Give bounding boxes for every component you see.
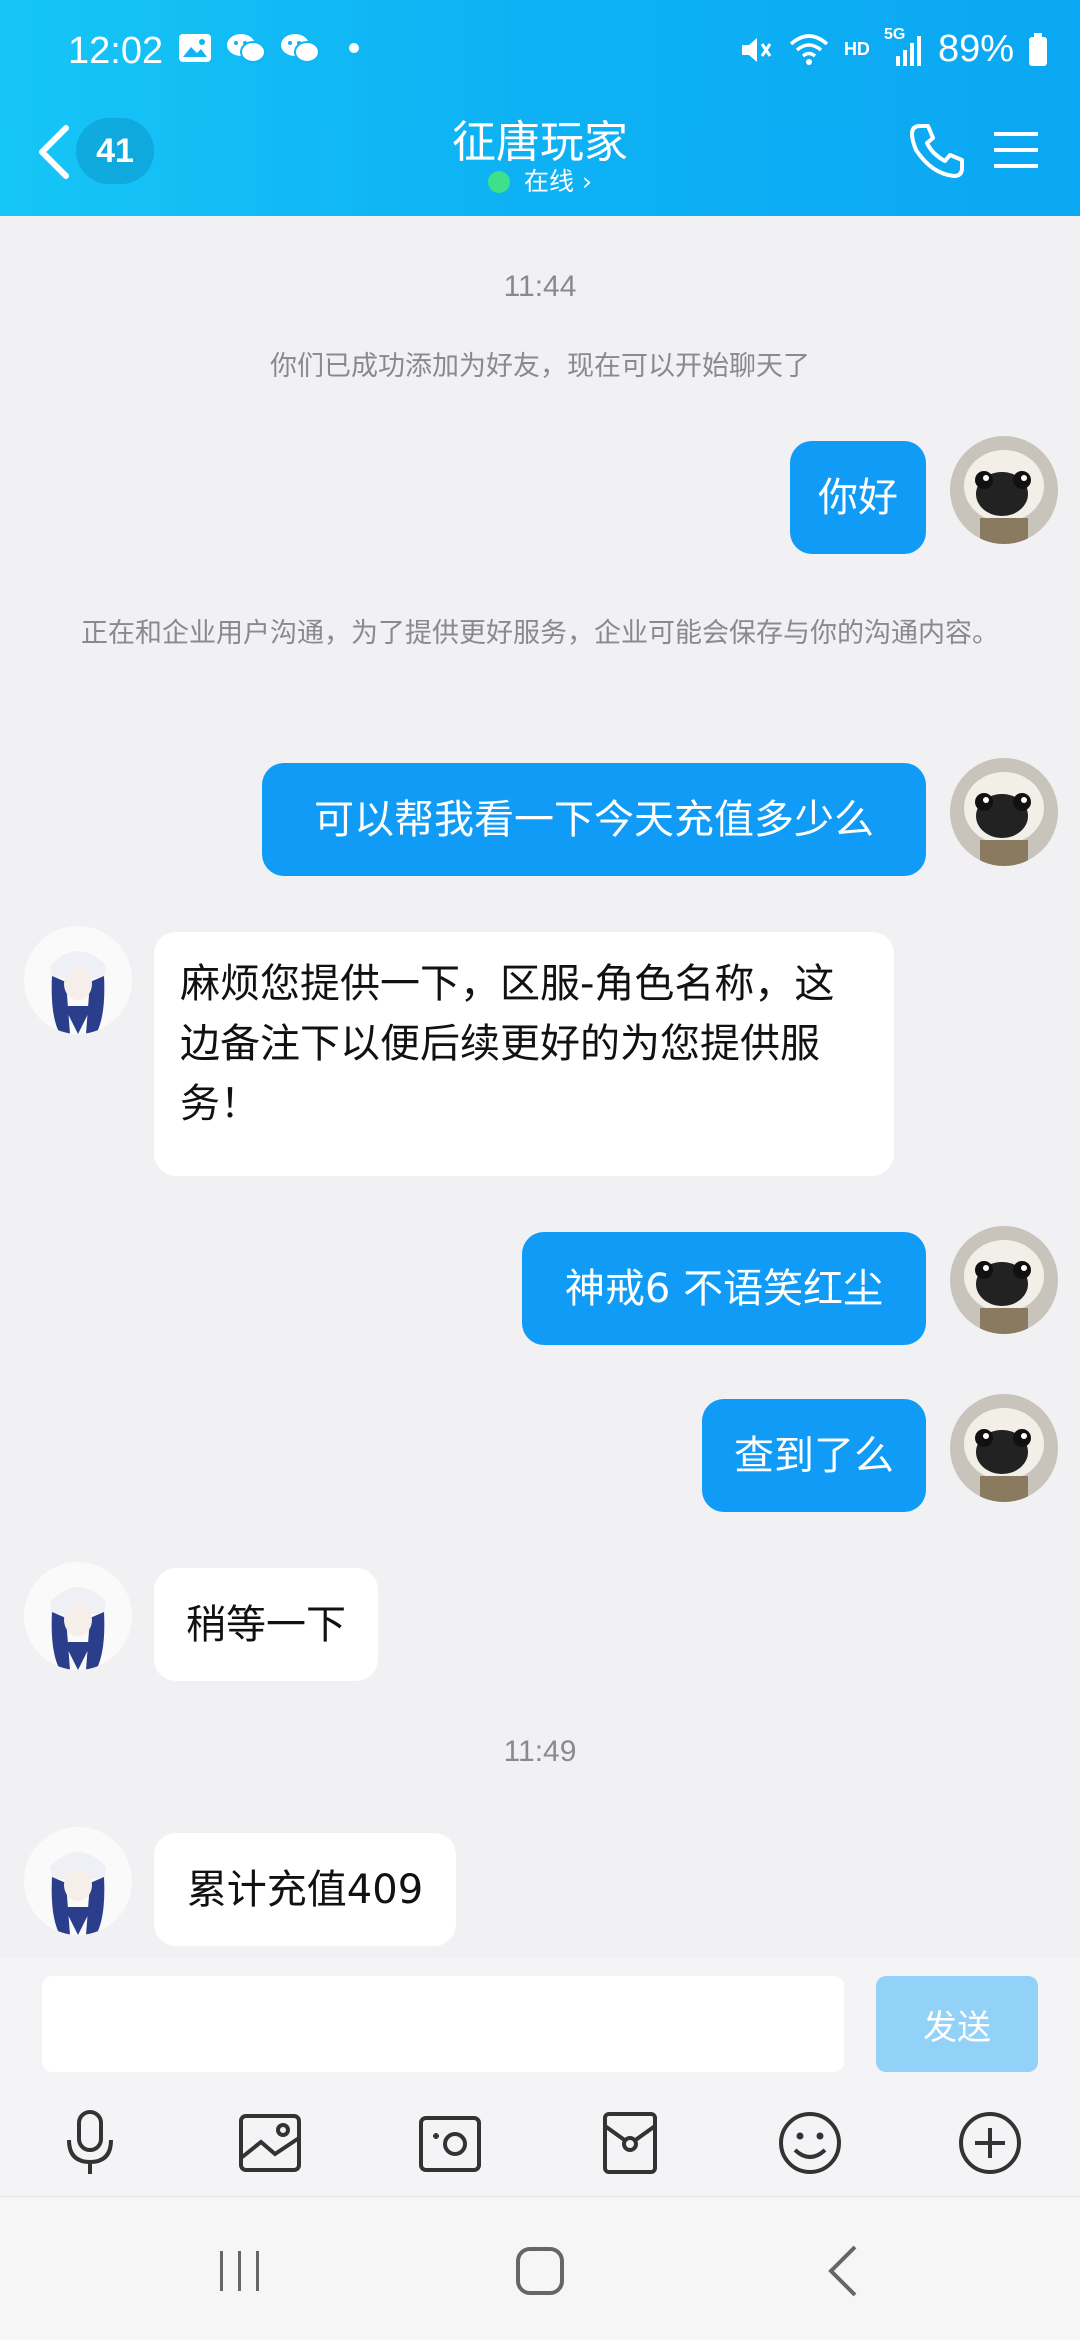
contact-message-bubble[interactable]: 累计充值409 (154, 1833, 456, 1946)
online-dot-icon (488, 171, 511, 193)
system-indicators: HD 5G 89% (738, 26, 1048, 71)
my-message-bubble[interactable]: 神戒6 不语笑红尘 (522, 1232, 926, 1345)
system-nav-bar (0, 2196, 1080, 2340)
camera-icon[interactable] (415, 2108, 485, 2178)
home-icon[interactable] (510, 2241, 570, 2301)
signal-icon: 5G (884, 26, 924, 68)
hd-indicator: HD (843, 39, 870, 59)
pug-avatar-icon (950, 1226, 1058, 1334)
top-bar: 12:02 HD 5G 89% 41 征唐玩家 在线 › (0, 0, 1080, 216)
pug-avatar-icon (950, 758, 1058, 866)
input-bar: 发送 (0, 1958, 1080, 2086)
status-time: 12:02 (68, 30, 164, 72)
online-status-label: 在线 › (524, 167, 592, 196)
mute-icon (741, 37, 772, 62)
red-packet-icon[interactable] (595, 2108, 665, 2178)
wechat-notification-icon-2 (281, 34, 320, 63)
microphone-icon[interactable] (55, 2108, 125, 2178)
phone-icon[interactable] (906, 120, 968, 182)
contact-avatar[interactable] (24, 1827, 132, 1935)
plus-circle-icon[interactable] (955, 2108, 1025, 2178)
pug-avatar-icon (950, 436, 1058, 544)
contact-message-bubble[interactable]: 麻烦您提供一下，区服-角色名称，这边备注下以便后续更好的为您提供服务！ (154, 932, 894, 1176)
girl-avatar-icon (24, 1562, 132, 1670)
message-input[interactable] (42, 1976, 844, 2072)
contact-avatar[interactable] (24, 926, 132, 1034)
my-message-bubble[interactable]: 你好 (790, 441, 926, 554)
my-message-bubble[interactable]: 可以帮我看一下今天充值多少么 (262, 763, 926, 876)
signal-label: 5G (883, 25, 906, 43)
send-button[interactable]: 发送 (876, 1976, 1038, 2072)
input-toolbar (0, 2086, 1080, 2196)
contact-avatar[interactable] (24, 1562, 132, 1670)
my-avatar[interactable] (950, 758, 1058, 866)
girl-avatar-icon (24, 926, 132, 1034)
battery-level: 89% (937, 28, 1014, 70)
contact-message-bubble[interactable]: 稍等一下 (154, 1568, 378, 1681)
enterprise-notice: 正在和企业用户沟通，为了提供更好服务，企业可能会保存与你的沟通内容。 (81, 618, 999, 649)
wechat-notification-icon (227, 34, 266, 63)
my-avatar[interactable] (950, 1226, 1058, 1334)
image-icon[interactable] (235, 2108, 305, 2178)
wifi-icon (789, 33, 829, 65)
my-message-bubble[interactable]: 查到了么 (702, 1399, 926, 1512)
status-bar: 12:02 HD 5G 89% (0, 0, 1080, 104)
smiley-icon[interactable] (775, 2108, 845, 2178)
back-nav-icon[interactable] (815, 2241, 875, 2301)
timestamp: 11:49 (503, 1735, 577, 1768)
chat-nav: 41 征唐玩家 在线 › (0, 104, 1080, 216)
hamburger-menu-icon[interactable] (990, 124, 1042, 176)
my-avatar[interactable] (950, 436, 1058, 544)
recent-apps-icon[interactable] (210, 2241, 270, 2301)
notification-icons (178, 32, 364, 64)
pug-avatar-icon (950, 1394, 1058, 1502)
girl-avatar-icon (24, 1827, 132, 1935)
system-message: 你们已成功添加为好友，现在可以开始聊天了 (270, 351, 810, 382)
timestamp: 11:44 (503, 270, 577, 303)
gallery-notification-icon (179, 34, 211, 62)
my-avatar[interactable] (950, 1394, 1058, 1502)
battery-icon (1029, 32, 1047, 66)
more-notifications-dot-icon (349, 43, 359, 53)
